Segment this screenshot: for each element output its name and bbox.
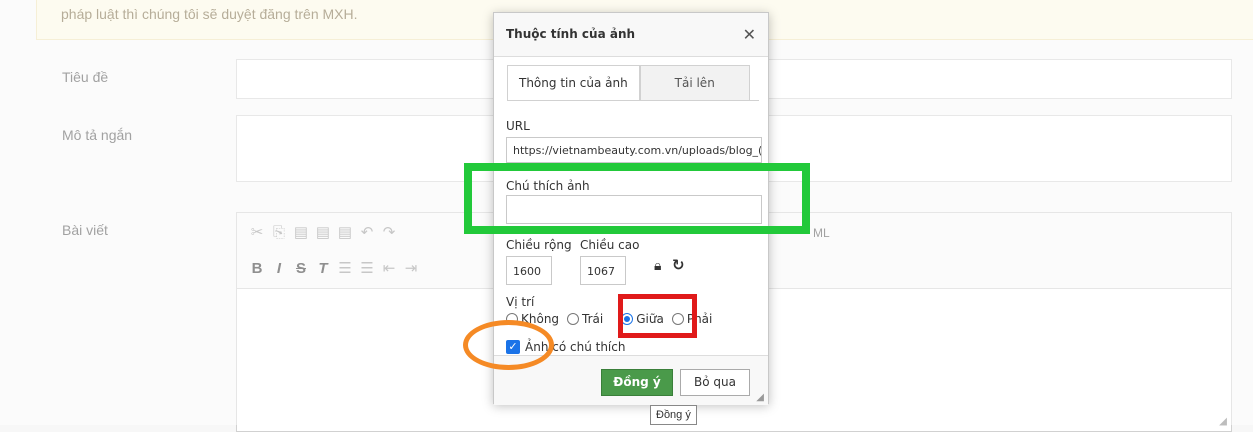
height-input[interactable]: 1067	[580, 256, 626, 285]
radio-left-label: Trái	[582, 312, 604, 326]
url-label: URL	[506, 119, 530, 133]
reset-size-icon[interactable]: ↻	[672, 256, 685, 274]
tab-image-info[interactable]: Thông tin của ảnh	[507, 65, 640, 101]
caption-highlight-box	[464, 163, 810, 234]
dialog-title: Thuộc tính của ảnh	[506, 27, 636, 41]
ok-button[interactable]: Đồng ý	[601, 369, 673, 396]
tab-upload[interactable]: Tải lên	[639, 65, 750, 101]
dialog-resize-grip-icon[interactable]: ◢	[756, 392, 764, 403]
center-highlight-box	[618, 294, 697, 338]
checkbox-highlight-circle	[463, 320, 554, 370]
close-icon[interactable]: ✕	[743, 25, 756, 44]
ok-tooltip: Đồng ý	[650, 405, 697, 425]
cancel-button[interactable]: Bỏ qua	[680, 369, 750, 396]
width-input[interactable]: 1600	[506, 256, 552, 285]
lock-ratio-icon[interactable]: 🔒︎	[654, 258, 661, 274]
dialog-title-bar: Thuộc tính của ảnh ✕	[494, 13, 768, 57]
height-label: Chiều cao	[580, 238, 640, 252]
tabs-divider	[507, 100, 759, 101]
width-label: Chiều rộng	[506, 238, 572, 252]
url-input[interactable]: https://vietnambeauty.com.vn/uploads/blo…	[506, 137, 762, 163]
radio-left[interactable]	[567, 313, 580, 325]
position-label: Vị trí	[506, 295, 535, 309]
dialog-tabs: Thông tin của ảnh Tải lên	[507, 65, 750, 101]
